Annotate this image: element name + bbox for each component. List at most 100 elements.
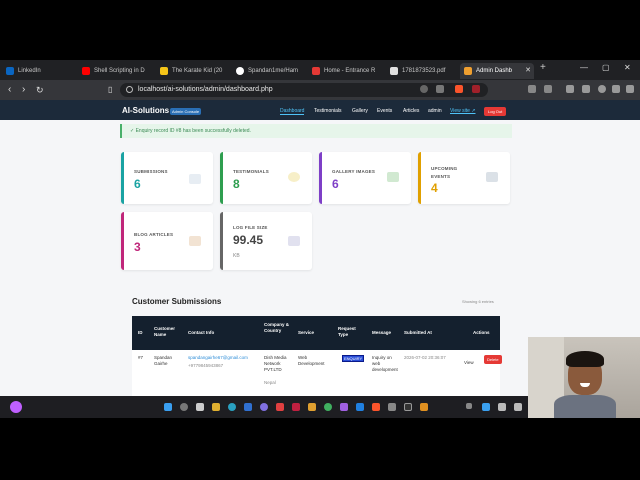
- app-icon[interactable]: [292, 403, 300, 411]
- brand-logo[interactable]: AI-Solutions: [122, 106, 169, 115]
- stat-label: BLOG ARTICLES: [134, 232, 174, 237]
- weather-widget-icon[interactable]: [10, 401, 22, 413]
- col-customer-name: Customer Name: [154, 326, 176, 337]
- menu-icon[interactable]: [626, 85, 634, 93]
- table-row: #7 Spandan Gairhe spandangairhe67@gmail.…: [132, 350, 502, 396]
- nav-gallery[interactable]: Gallery: [352, 108, 368, 114]
- bookmark-icon[interactable]: ▯: [108, 83, 112, 97]
- zoom-icon[interactable]: [420, 85, 428, 93]
- windows-start-icon[interactable]: [164, 403, 172, 411]
- stat-value: 6: [134, 177, 141, 191]
- app-icon[interactable]: [356, 403, 364, 411]
- webcam-person-hair: [566, 351, 604, 367]
- image-icon: [387, 172, 399, 182]
- onedrive-icon[interactable]: [482, 403, 490, 411]
- section-title: Customer Submissions: [132, 297, 222, 306]
- back-icon[interactable]: ‹: [8, 83, 11, 97]
- tab-admin-dashboard[interactable]: Admin Dashb ✕: [460, 63, 534, 79]
- reload-icon[interactable]: ↻: [36, 83, 44, 97]
- calendar-icon: [486, 172, 498, 182]
- tab-entrance[interactable]: Home - Entrance R: [308, 63, 380, 79]
- download-icon[interactable]: [582, 85, 590, 93]
- youtube-icon: [82, 67, 90, 75]
- file-explorer-icon[interactable]: [212, 403, 220, 411]
- tab-karate-kid[interactable]: The Karate Kid (20: [156, 63, 228, 79]
- github-icon: [236, 67, 244, 75]
- stat-card-testimonials: TESTIMONIALS 8: [220, 152, 312, 204]
- tab-linkedin[interactable]: LinkedIn: [2, 63, 74, 79]
- task-view-icon[interactable]: [196, 403, 204, 411]
- tab-shell-scripting[interactable]: Shell Scripting in D: [78, 63, 150, 79]
- forward-icon[interactable]: ›: [22, 83, 25, 97]
- wallet-icon[interactable]: [544, 85, 552, 93]
- maximize-icon[interactable]: ▢: [602, 63, 610, 72]
- wifi-icon[interactable]: [498, 403, 506, 411]
- nav-events[interactable]: Events: [377, 108, 392, 114]
- cell-submitted-at: 2026-07-02 20:36:07: [404, 355, 446, 360]
- delete-button[interactable]: Delete: [484, 355, 502, 364]
- entries-count: Showing 6 entries: [462, 299, 494, 304]
- pdf-icon: [390, 67, 398, 75]
- nav-testimonials[interactable]: Testimonials: [314, 108, 342, 114]
- app-icon[interactable]: [244, 403, 252, 411]
- profile-icon[interactable]: [598, 85, 606, 93]
- tab-label: LinkedIn: [18, 68, 41, 74]
- url-field[interactable]: localhost/ai-solutions/admin/dashboard.p…: [120, 83, 488, 97]
- stat-value: 99.45: [233, 233, 264, 247]
- settings-icon[interactable]: [612, 85, 620, 93]
- stat-label: LOG FILE SIZE: [233, 225, 268, 230]
- app-icon[interactable]: [404, 403, 412, 411]
- brave-rewards-icon[interactable]: [472, 85, 480, 93]
- site-info-icon[interactable]: [126, 86, 133, 93]
- tab-label: Shell Scripting in D: [94, 68, 145, 74]
- chrome-icon[interactable]: [324, 403, 332, 411]
- brave-shield-icon[interactable]: [455, 85, 463, 93]
- stat-label: SUBMISSIONS: [134, 169, 168, 174]
- tab-label: Admin Dashb: [476, 68, 513, 74]
- stat-value: 3: [134, 240, 141, 254]
- top-navbar: AI-Solutions Admin Console Dashboard Tes…: [0, 100, 640, 120]
- request-type-badge: ENQUIRY: [342, 355, 365, 362]
- tab-github[interactable]: Spandan1me/Ham: [232, 63, 304, 79]
- tray-chevron-icon[interactable]: [466, 403, 472, 409]
- close-window-icon[interactable]: ✕: [624, 63, 631, 72]
- cell-service: Web Development: [298, 355, 325, 366]
- nav-view-site[interactable]: View site ↗: [450, 108, 476, 114]
- app-icon[interactable]: [308, 403, 316, 411]
- nav-admin-user[interactable]: admin: [428, 108, 442, 114]
- new-tab-button[interactable]: +: [540, 62, 546, 73]
- col-service: Service: [298, 330, 315, 335]
- stat-card-upcoming-events: UPCOMING EVENTS 4: [418, 152, 510, 204]
- webcam-person-body: [554, 395, 616, 418]
- col-request-type: Request Type: [338, 326, 356, 337]
- imdb-icon: [160, 67, 168, 75]
- dashboard-favicon-icon: [464, 67, 472, 75]
- app-icon[interactable]: [260, 403, 268, 411]
- nav-articles[interactable]: Articles: [403, 108, 419, 114]
- app-icon[interactable]: [420, 403, 428, 411]
- logout-button[interactable]: Log Out: [484, 107, 507, 116]
- stat-card-submissions: SUBMISSIONS 6: [121, 152, 213, 204]
- tab-pdf[interactable]: 1781873523.pdf: [386, 63, 458, 79]
- screen: LinkedIn Shell Scripting in D The Karate…: [0, 0, 640, 480]
- inbox-icon: [189, 174, 201, 184]
- col-submitted-at: Submitted At: [404, 330, 432, 335]
- sidebar-icon[interactable]: [566, 85, 574, 93]
- app-icon[interactable]: [340, 403, 348, 411]
- share-icon[interactable]: [436, 85, 444, 93]
- search-icon[interactable]: [180, 403, 188, 411]
- volume-icon[interactable]: [514, 403, 522, 411]
- extensions-icon[interactable]: [528, 85, 536, 93]
- stat-card-blog-articles: BLOG ARTICLES 3: [121, 212, 213, 270]
- minimize-icon[interactable]: —: [580, 63, 588, 72]
- cell-email[interactable]: spandangairhe67@gmail.com: [188, 355, 248, 361]
- app-icon[interactable]: [388, 403, 396, 411]
- view-button[interactable]: View: [464, 360, 474, 365]
- col-company-country: Company & Country: [264, 322, 290, 333]
- brave-icon[interactable]: [372, 403, 380, 411]
- nav-dashboard[interactable]: Dashboard: [280, 108, 305, 115]
- edge-icon[interactable]: [228, 403, 236, 411]
- app-icon[interactable]: [276, 403, 284, 411]
- close-tab-icon[interactable]: ✕: [525, 63, 531, 79]
- cell-company: Dish Media Network PVT.LTD: [264, 355, 287, 372]
